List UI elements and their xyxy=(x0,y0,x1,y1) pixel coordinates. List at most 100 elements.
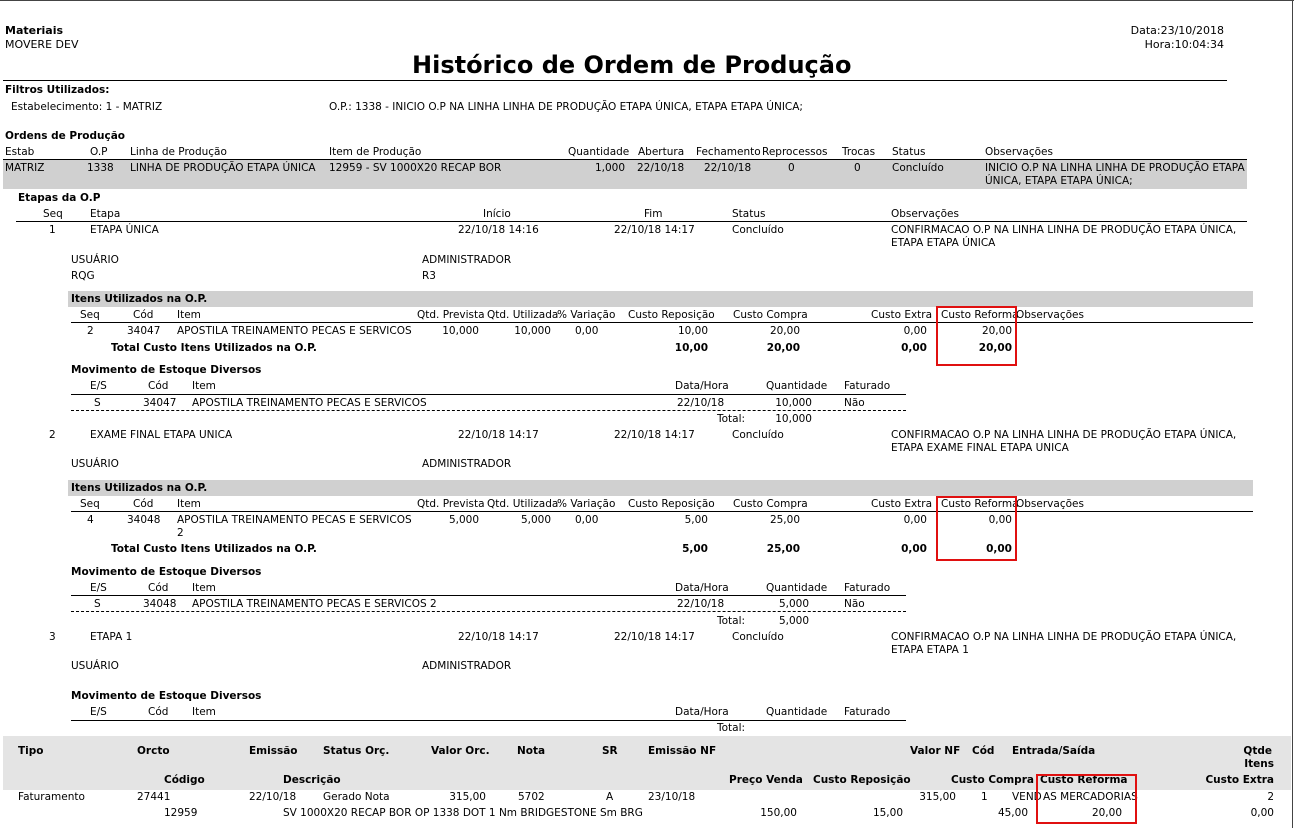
stages-header-line xyxy=(16,221,1247,222)
stage1-rqg-label: RQG xyxy=(71,270,95,282)
bill-col-tipo: Tipo xyxy=(18,745,44,757)
order-item: 12959 - SV 1000X20 RECAP BOR xyxy=(329,162,502,174)
s2-mov-datahora: 22/10/18 xyxy=(677,598,725,610)
order-reprocessos: 0 xyxy=(788,162,795,174)
s2-item-prevista: 5,000 xyxy=(448,514,479,526)
filter-op: O.P.: 1338 - INICIO O.P NA LINHA LINHA D… xyxy=(329,101,803,113)
s2-items-col-compra: Custo Compra xyxy=(733,498,808,510)
s2-mov-header-line xyxy=(71,595,906,596)
s1-total-label: Total Custo Itens Utilizados na O.P. xyxy=(111,342,317,354)
bill-valor: 315,00 xyxy=(449,791,486,803)
bill-col-nota: Nota xyxy=(517,745,546,757)
s3-mov-col-cod: Cód xyxy=(148,706,169,718)
s3-mov-col-faturado: Faturado xyxy=(844,706,891,718)
stage2-items-title-bg xyxy=(68,480,1253,496)
system-name: Materiais xyxy=(5,24,64,37)
s2-mov-col-datahora: Data/Hora xyxy=(675,582,729,594)
stage1-obs-line2: ETAPA ETAPA ÚNICA xyxy=(891,237,996,249)
page-title: Histórico de Ordem de Produção xyxy=(412,51,852,79)
bill-nota: 5702 xyxy=(518,791,545,803)
orders-section-title: Ordens de Produção xyxy=(5,130,126,142)
s1-item-variacao: 0,00 xyxy=(575,325,599,337)
bill-item-custo-compra: 45,00 xyxy=(997,807,1028,819)
s2-mov-col-es: E/S xyxy=(90,582,107,594)
s2-mov-es: S xyxy=(94,598,101,610)
bill-item-descricao: SV 1000X20 RECAP BOR OP 1338 DOT 1 Nm BR… xyxy=(283,807,643,819)
s2-mov-cod: 34048 xyxy=(143,598,177,610)
s2-item-compra: 25,00 xyxy=(769,514,800,526)
s2-mov-total-label: Total: xyxy=(717,615,746,627)
bill-cod: 1 xyxy=(981,791,988,803)
s2-items-header-line xyxy=(71,511,1253,512)
s1-mov-col-item: Item xyxy=(192,380,216,392)
s1-item-seq: 2 xyxy=(87,325,94,337)
col-quantidade: Quantidade xyxy=(568,146,630,158)
s2-mov-title: Movimento de Estoque Diversos xyxy=(71,566,262,578)
order-quantidade: 1,000 xyxy=(594,162,625,174)
bill-col-valor: Valor Orc. xyxy=(431,745,490,757)
order-abertura: 22/10/18 xyxy=(637,162,685,174)
s2-item-utilizada: 5,000 xyxy=(520,514,551,526)
stage2-etapa: EXAME FINAL ETAPA UNICA xyxy=(90,429,233,441)
stage1-items-title-bg xyxy=(68,291,1253,307)
stage2-usuario: ADMINISTRADOR xyxy=(422,458,512,470)
bill-col-status: Status Orç. xyxy=(323,745,390,757)
stage1-usuario: ADMINISTRADOR xyxy=(422,254,512,266)
s3-mov-header-line xyxy=(71,720,906,721)
col-fechamento: Fechamento xyxy=(696,146,761,158)
s3-mov-total-label: Total: xyxy=(717,722,746,734)
s2-items-col-utilizada: Qtd. Utilizada xyxy=(487,498,559,510)
s1-items-col-seq: Seq xyxy=(80,309,100,321)
bill-col-orcto: Orcto xyxy=(137,745,170,757)
stage-col-status: Status xyxy=(732,208,766,220)
col-reprocessos: Reprocessos xyxy=(762,146,828,158)
s1-item-desc: APOSTILA TREINAMENTO PECAS E SERVICOS xyxy=(177,325,412,337)
stage3-seq: 3 xyxy=(49,631,56,643)
s1-mov-total: 10,000 xyxy=(775,413,812,425)
s1-item-compra: 20,00 xyxy=(769,325,800,337)
bill-status: Gerado Nota xyxy=(323,791,390,803)
s1-total-extra: 0,00 xyxy=(901,342,927,354)
stage2-status: Concluído xyxy=(732,429,784,441)
bill-qtde-itens: 2 xyxy=(1267,791,1274,803)
company-name: MOVERE DEV xyxy=(5,38,79,51)
page-right-border xyxy=(1292,0,1293,828)
bill-col-custo-reposicao: Custo Reposição xyxy=(813,774,911,786)
stage3-usuario-label: USUÁRIO xyxy=(71,660,119,672)
bill-col-cod: Cód xyxy=(972,745,995,757)
s2-items-col-cod: Cód xyxy=(133,498,154,510)
stage1-fim: 22/10/18 14:17 xyxy=(614,224,695,236)
stage3-inicio: 22/10/18 14:17 xyxy=(458,631,539,643)
s1-items-col-reposicao: Custo Reposição xyxy=(628,309,715,321)
bill-col-emissao-nf: Emissão NF xyxy=(648,745,717,757)
s2-mov-item: APOSTILA TREINAMENTO PECAS E SERVICOS 2 xyxy=(192,598,437,610)
s2-items-col-variacao: % Variação xyxy=(557,498,616,510)
stage2-inicio: 22/10/18 14:17 xyxy=(458,429,539,441)
bill-item-custo-extra: 0,00 xyxy=(1250,807,1274,819)
stage3-etapa: ETAPA 1 xyxy=(90,631,133,643)
bill-col-preco-venda: Preço Venda xyxy=(729,774,803,786)
stage2-items-title: Itens Utilizados na O.P. xyxy=(71,482,208,494)
stage1-status: Concluído xyxy=(732,224,784,236)
stage3-status: Concluído xyxy=(732,631,784,643)
stage-col-fim: Fim xyxy=(644,208,663,220)
bill-col-custo-extra: Custo Extra xyxy=(1205,774,1274,786)
s2-mov-faturado: Não xyxy=(844,598,865,610)
s1-item-prevista: 10,000 xyxy=(442,325,479,337)
col-status: Status xyxy=(892,146,926,158)
s2-items-col-item: Item xyxy=(177,498,201,510)
bill-tipo: Faturamento xyxy=(18,791,85,803)
stage3-obs-line2: ETAPA ETAPA 1 xyxy=(891,644,969,656)
bill-item-preco-venda: 150,00 xyxy=(760,807,797,819)
stage-col-inicio: Início xyxy=(483,208,511,220)
order-obs-line1: INICIO O.P NA LINHA LINHA DE PRODUÇÃO ET… xyxy=(985,162,1245,174)
stage-col-seq: Seq xyxy=(43,208,63,220)
order-op: 1338 xyxy=(87,162,114,174)
bill-orcto: 27441 xyxy=(137,791,171,803)
s1-item-utilizada: 10,000 xyxy=(514,325,551,337)
col-estab: Estab xyxy=(5,146,35,158)
bill-col-sr: SR xyxy=(602,745,618,757)
s1-item-cod: 34047 xyxy=(127,325,161,337)
s1-items-col-extra: Custo Extra xyxy=(871,309,933,321)
s1-items-col-obs: Observações xyxy=(1016,309,1084,321)
